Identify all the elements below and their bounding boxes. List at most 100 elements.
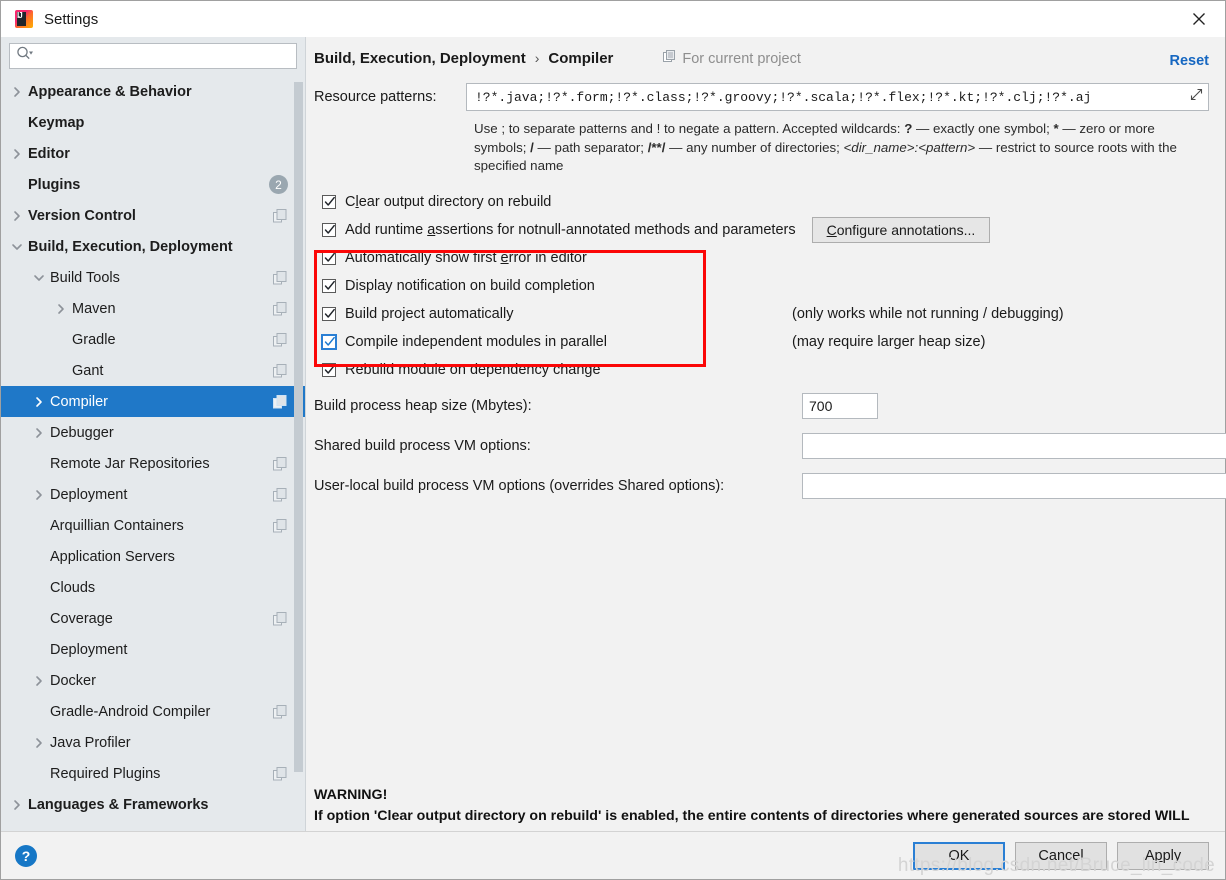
sidebar-item-docker[interactable]: Docker <box>1 665 305 696</box>
checkbox-row[interactable]: Display notification on build completion <box>314 272 1209 300</box>
chevron-right-icon[interactable] <box>9 208 25 224</box>
resource-patterns-field[interactable] <box>466 83 1209 111</box>
sidebar-item-application-servers[interactable]: Application Servers <box>1 541 305 572</box>
sidebar-item-java-profiler[interactable]: Java Profiler <box>1 727 305 758</box>
checkbox-label-post: ear output directory on rebuild <box>358 193 552 210</box>
checkbox-4[interactable] <box>322 278 336 293</box>
chevron-right-icon[interactable] <box>31 487 47 503</box>
chevron-right-icon[interactable] <box>31 673 47 689</box>
sidebar-item-label: Version Control <box>28 207 136 224</box>
compiler-settings-panel: Build, Execution, Deployment › Compiler … <box>306 37 1226 845</box>
sidebar-item-clouds[interactable]: Clouds <box>1 572 305 603</box>
sidebar-item-coverage[interactable]: Coverage <box>1 603 305 634</box>
sidebar-item-label: Clouds <box>50 579 96 596</box>
chevron-down-icon[interactable] <box>9 239 25 255</box>
checkbox-row[interactable]: Rebuild module on dependency change <box>314 356 1209 384</box>
chevron-right-icon[interactable] <box>9 146 25 162</box>
checkbox-row[interactable]: Build project automatically (only works w… <box>314 300 1209 328</box>
sidebar-item-label: Keymap <box>28 114 85 131</box>
search-icon <box>16 46 33 66</box>
checkbox-label-pre: Display notification on build completion <box>345 277 595 294</box>
chevron-right-icon[interactable] <box>9 84 25 100</box>
sidebar-scrollbar[interactable] <box>294 82 303 772</box>
checkbox-6[interactable] <box>322 334 336 349</box>
project-scope-icon <box>273 301 287 316</box>
checkbox-row[interactable]: Add runtime assertions for notnull-annot… <box>314 216 1209 244</box>
project-scope-icon <box>273 208 287 223</box>
configure-annotations-button[interactable]: Configure annotations... <box>811 216 991 243</box>
sidebar-item-deployment[interactable]: Deployment <box>1 634 305 665</box>
search-area <box>1 37 305 76</box>
sidebar-item-build-tools[interactable]: Build Tools <box>1 262 305 293</box>
user-local-vm-options-input[interactable] <box>802 472 1226 499</box>
help-icon[interactable]: ? <box>15 844 37 867</box>
configure-annotations-label: onfigure annotations... <box>836 221 976 238</box>
chevron-right-icon[interactable] <box>9 797 25 813</box>
sidebar-item-deployment[interactable]: Deployment <box>1 479 305 510</box>
compiler-options-group: Clear output directory on rebuild Add run… <box>314 188 1209 384</box>
sidebar-item-languages-frameworks[interactable]: Languages & Frameworks <box>1 789 305 820</box>
checkbox-label: Compile independent modules in parallel <box>345 334 607 350</box>
shared-vm-options-input[interactable] <box>802 432 1226 459</box>
settings-tree[interactable]: Appearance & Behavior Keymap Editor Plugins… <box>1 76 305 831</box>
cancel-button[interactable]: Cancel <box>1015 841 1107 870</box>
sidebar-item-plugins[interactable]: Plugins 2 <box>1 169 305 200</box>
checkbox-label-pre: Add runtime <box>345 221 428 238</box>
checkbox-1[interactable] <box>322 194 336 209</box>
expand-editor-icon[interactable] <box>1190 88 1203 106</box>
apply-button[interactable]: Ap ply <box>1117 841 1209 870</box>
breadcrumb-parent[interactable]: Build, Execution, Deployment <box>314 50 526 67</box>
checkbox-row[interactable]: Clear output directory on rebuild <box>314 188 1209 216</box>
scope-label: For current project <box>682 50 801 67</box>
chevron-right-icon[interactable] <box>31 394 47 410</box>
sidebar-item-label: Arquillian Containers <box>50 517 184 534</box>
project-scope-icon <box>273 487 287 502</box>
sidebar-item-appearance-behavior[interactable]: Appearance & Behavior <box>1 76 305 107</box>
checkbox-label-pre: Build project automatically <box>345 305 514 322</box>
checkbox-row[interactable]: Compile independent modules in parallel (… <box>314 328 1209 356</box>
checkbox-7[interactable] <box>322 362 336 377</box>
chevron-right-icon[interactable] <box>31 425 47 441</box>
checkbox-label-post: ssertions for notnull-annotated methods … <box>435 221 796 238</box>
chevron-right-icon[interactable] <box>31 735 47 751</box>
checkbox-2[interactable] <box>322 222 336 237</box>
field-row: Build process heap size (Mbytes): <box>314 388 1209 424</box>
sidebar-item-label: Gant <box>72 362 104 379</box>
sidebar-item-label: Deployment <box>50 486 128 503</box>
sidebar-item-arquillian-containers[interactable]: Arquillian Containers <box>1 510 305 541</box>
title-bar: Settings <box>1 1 1225 37</box>
reset-link[interactable]: Reset <box>1170 53 1210 69</box>
project-scope-icon <box>273 456 287 471</box>
resource-patterns-input[interactable] <box>473 88 1184 106</box>
chevron-right-icon[interactable] <box>53 301 69 317</box>
resource-patterns-label: Resource patterns: <box>314 89 437 105</box>
chevron-down-icon[interactable] <box>31 270 47 286</box>
heap-size-input[interactable] <box>802 392 878 419</box>
sidebar-item-editor[interactable]: Editor <box>1 138 305 169</box>
sidebar-item-maven[interactable]: Maven <box>1 293 305 324</box>
search-input[interactable] <box>35 45 290 67</box>
ok-button[interactable]: OK <box>913 841 1005 870</box>
checkbox-3[interactable] <box>322 250 336 265</box>
sidebar-item-keymap[interactable]: Keymap <box>1 107 305 138</box>
sidebar-item-required-plugins[interactable]: Required Plugins <box>1 758 305 789</box>
sidebar-item-label: Maven <box>72 300 116 317</box>
configure-annotations-mnemonic: C <box>826 221 837 238</box>
sidebar-item-gant[interactable]: Gant <box>1 355 305 386</box>
sidebar-item-gradle-android-compiler[interactable]: Gradle-Android Compiler <box>1 696 305 727</box>
sidebar-item-version-control[interactable]: Version Control <box>1 200 305 231</box>
checkbox-5[interactable] <box>322 306 336 321</box>
close-icon[interactable] <box>1173 1 1225 37</box>
sidebar-item-gradle[interactable]: Gradle <box>1 324 305 355</box>
sidebar-item-remote-jar-repositories[interactable]: Remote Jar Repositories <box>1 448 305 479</box>
checkbox-label-pre: Rebuild module on dependency change <box>345 361 601 378</box>
checkbox-row[interactable]: Automatically show first error in editor <box>314 244 1209 272</box>
sidebar-item-debugger[interactable]: Debugger <box>1 417 305 448</box>
search-box[interactable] <box>9 43 297 69</box>
sidebar-item-build-execution-deployment[interactable]: Build, Execution, Deployment <box>1 231 305 262</box>
sidebar-item-label: Required Plugins <box>50 765 161 782</box>
hint-segment-4: — path separator; <box>533 139 648 155</box>
project-scope-icon <box>273 766 287 781</box>
sidebar-item-compiler[interactable]: Compiler <box>1 386 305 417</box>
